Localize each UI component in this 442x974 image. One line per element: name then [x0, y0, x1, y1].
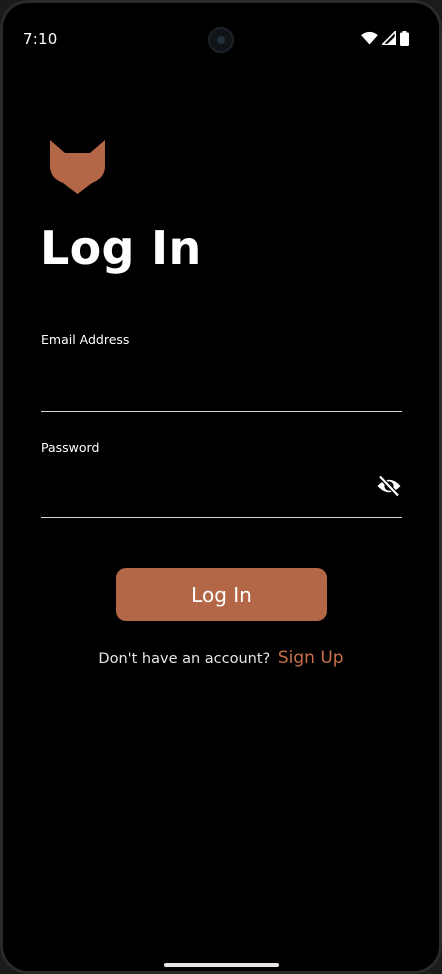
eye-off-icon[interactable] [376, 474, 402, 498]
phone-screen: 7:10 Log In Email Address Password Log I… [0, 0, 442, 974]
wifi-icon [361, 31, 378, 45]
home-indicator[interactable] [164, 963, 279, 967]
status-bar: 7:10 [0, 0, 442, 76]
status-time: 7:10 [23, 30, 58, 48]
front-camera [208, 27, 234, 53]
signup-link[interactable]: Sign Up [278, 648, 344, 668]
cellular-signal-icon [382, 31, 396, 45]
status-icons [361, 29, 409, 47]
email-label: Email Address [41, 332, 130, 347]
password-label: Password [41, 440, 100, 455]
password-field[interactable] [41, 481, 402, 518]
login-button[interactable]: Log In [116, 568, 327, 621]
page-title: Log In [40, 221, 202, 275]
email-field[interactable] [41, 375, 402, 412]
fox-head-icon [49, 138, 106, 194]
battery-icon [400, 30, 409, 46]
signup-prompt-row: Don't have an account? Sign Up [0, 648, 442, 668]
signup-prompt-text: Don't have an account? [98, 651, 271, 667]
